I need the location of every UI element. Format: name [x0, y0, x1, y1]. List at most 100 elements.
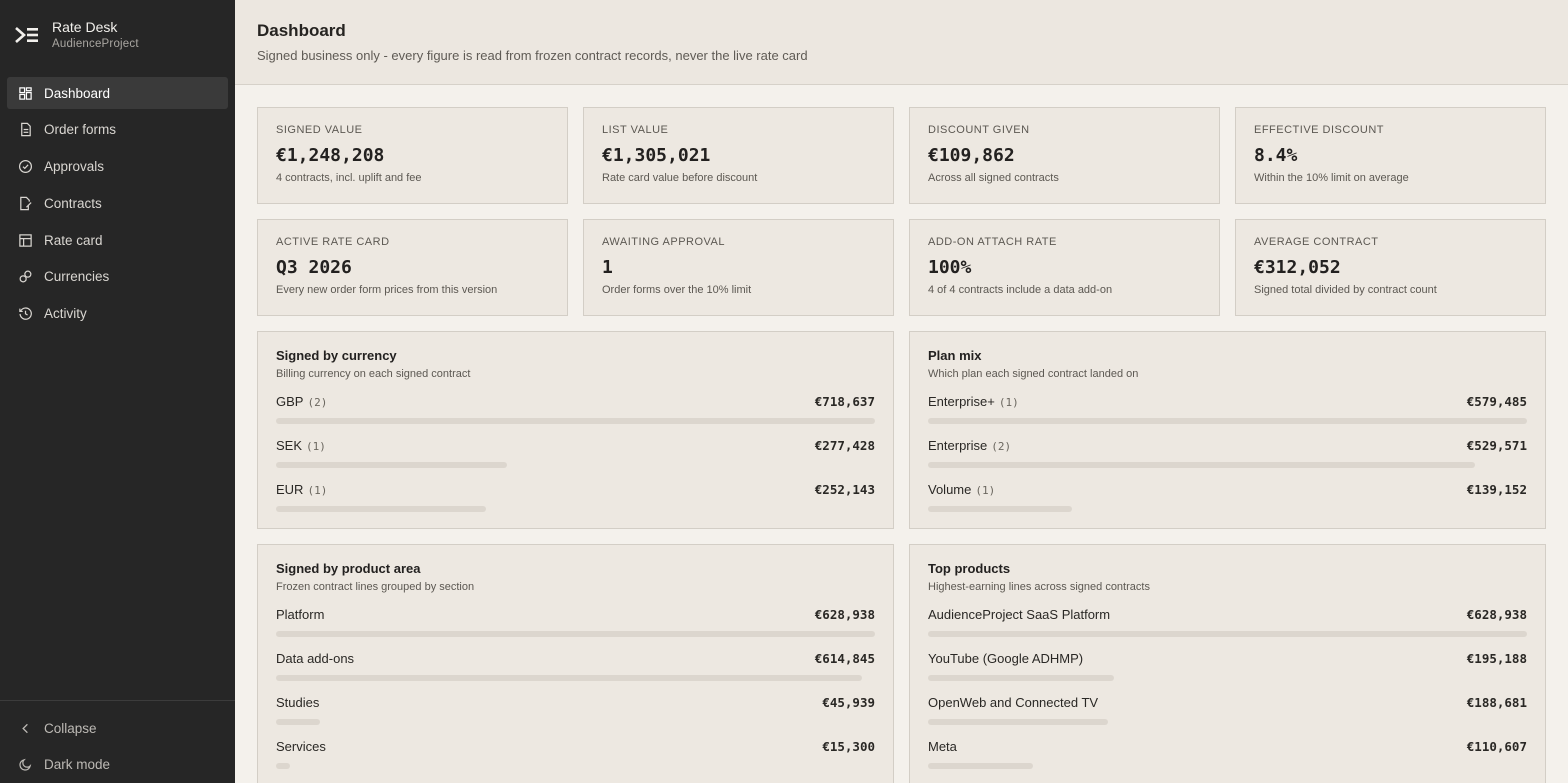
stat-note: Within the 10% limit on average — [1254, 172, 1409, 184]
moon-icon — [19, 759, 32, 771]
sidebar-item-label: Currencies — [44, 269, 110, 285]
row-label: Volume — [928, 482, 972, 497]
dark-mode-label: Dark mode — [44, 757, 111, 773]
stat-label: EFFECTIVE DISCOUNT — [1254, 124, 1385, 136]
row-bar — [928, 675, 1114, 681]
row-label: SEK — [276, 438, 303, 453]
brand-subtitle: AudienceProject — [52, 38, 139, 50]
sidebar-item-label: Rate card — [44, 232, 103, 248]
check-circle-icon — [18, 160, 33, 174]
grid-icon — [19, 86, 32, 100]
list-item: YouTube (Google ADHMP) €195,188 — [928, 651, 1527, 681]
logo-icon — [15, 27, 38, 43]
row-bar — [276, 418, 875, 424]
list-item: Volume (1) €139,152 — [928, 482, 1527, 512]
stat-label: LIST VALUE — [602, 124, 669, 136]
sidebar-item-currencies[interactable]: Currencies — [7, 261, 228, 293]
panel-title: Plan mix — [928, 348, 982, 363]
row-count: (1) — [975, 484, 996, 497]
panel-plan-mix: Plan mix Which plan each signed contract… — [909, 331, 1546, 529]
collapse-label: Collapse — [44, 720, 97, 736]
row-count: (2) — [307, 396, 328, 409]
row-label: YouTube (Google ADHMP) — [928, 651, 1084, 666]
row-value: €628,938 — [1466, 607, 1527, 622]
sidebar-item-label: Contracts — [44, 195, 102, 211]
sidebar-item-approvals[interactable]: Approvals — [7, 151, 228, 183]
row-bar — [928, 763, 1034, 769]
stat-add-on-attach-rate: ADD-ON ATTACH RATE 100% 4 of 4 contracts… — [909, 219, 1220, 316]
stat-average-contract: AVERAGE CONTRACT €312,052 Signed total d… — [1235, 219, 1546, 316]
row-value: €45,939 — [822, 695, 875, 710]
stat-label: AVERAGE CONTRACT — [1254, 236, 1379, 248]
panel-title: Signed by currency — [276, 348, 397, 363]
row-label: Services — [276, 739, 326, 754]
stat-note: 4 of 4 contracts include a data add-on — [928, 284, 1113, 296]
row-bar — [276, 719, 320, 725]
row-bar — [928, 631, 1527, 637]
panel-subtitle: Highest-earning lines across signed cont… — [928, 581, 1150, 593]
dark-mode-toggle[interactable]: Dark mode — [7, 749, 228, 781]
row-value: €252,143 — [814, 482, 875, 497]
row-label: Studies — [276, 695, 320, 710]
stat-awaiting-approval: AWAITING APPROVAL 1 Order forms over the… — [583, 219, 894, 316]
sidebar-item-contracts[interactable]: Contracts — [7, 187, 228, 219]
row-value: €718,637 — [814, 394, 875, 409]
row-bar — [928, 462, 1476, 468]
link-icon — [19, 271, 32, 283]
sidebar-item-activity[interactable]: Activity — [7, 298, 228, 330]
stat-note: Every new order form prices from this ve… — [276, 284, 498, 296]
row-label: Enterprise+ — [928, 394, 995, 409]
stat-note: Rate card value before discount — [602, 172, 758, 184]
collapse-button[interactable]: Collapse — [7, 712, 228, 744]
row-label: OpenWeb and Connected TV — [928, 695, 1099, 710]
sidebar-item-dashboard[interactable]: Dashboard — [7, 77, 228, 109]
row-value: €188,681 — [1466, 695, 1527, 710]
stat-active-rate-card: ACTIVE RATE CARD Q3 2026 Every new order… — [257, 219, 568, 316]
stat-note: Signed total divided by contract count — [1254, 284, 1437, 296]
stat-note: Order forms over the 10% limit — [602, 284, 752, 296]
row-value: €139,152 — [1466, 482, 1527, 497]
stat-value: €312,052 — [1254, 257, 1341, 278]
main-content: Dashboard Signed business only - every f… — [235, 0, 1568, 783]
page-header: Dashboard Signed business only - every f… — [235, 0, 1568, 85]
sidebar-item-order-forms[interactable]: Order forms — [7, 114, 228, 146]
stat-note: Across all signed contracts — [928, 172, 1059, 184]
stat-value: €109,862 — [928, 145, 1015, 166]
row-label: AudienceProject SaaS Platform — [928, 607, 1111, 622]
page-subtitle: Signed business only - every figure is r… — [257, 48, 808, 63]
row-value: €579,485 — [1466, 394, 1527, 409]
row-value: €614,845 — [814, 651, 875, 666]
row-bar — [276, 462, 508, 468]
panel-subtitle: Frozen contract lines grouped by section — [276, 581, 475, 593]
stat-label: SIGNED VALUE — [276, 124, 363, 136]
sidebar-item-rate-card[interactable]: Rate card — [7, 224, 228, 256]
row-bar — [276, 506, 487, 512]
stat-value: €1,248,208 — [276, 145, 385, 166]
panel-top-products: Top products Highest-earning lines acros… — [909, 544, 1546, 783]
stat-label: ADD-ON ATTACH RATE — [928, 236, 1057, 248]
list-item: Services €15,300 — [276, 739, 875, 769]
row-label: GBP — [276, 394, 304, 409]
sidebar-item-label: Activity — [44, 306, 87, 322]
sidebar-item-label: Dashboard — [44, 85, 111, 101]
row-count: (1) — [306, 440, 326, 453]
row-value: €15,300 — [822, 739, 875, 754]
history-icon — [19, 307, 32, 321]
brand[interactable]: Rate Desk AudienceProject — [14, 18, 139, 52]
row-value: €628,938 — [814, 607, 875, 622]
stat-value: 100% — [928, 257, 972, 278]
sidebar-footer: Collapse Dark mode — [7, 712, 228, 783]
row-count: (1) — [998, 396, 1019, 409]
stat-value: €1,305,021 — [602, 145, 711, 166]
document-icon — [21, 123, 31, 137]
list-item: Meta €110,607 — [928, 739, 1527, 769]
stat-value: 8.4% — [1254, 145, 1298, 166]
row-bar — [928, 506, 1072, 512]
stat-label: AWAITING APPROVAL — [602, 236, 726, 248]
row-bar — [276, 763, 291, 769]
chevron-left-icon — [22, 723, 28, 733]
sidebar-divider — [0, 700, 235, 701]
list-item: GBP (2) €718,637 — [276, 394, 875, 424]
row-bar — [928, 719, 1108, 725]
stat-effective-discount: EFFECTIVE DISCOUNT 8.4% Within the 10% l… — [1235, 107, 1546, 204]
